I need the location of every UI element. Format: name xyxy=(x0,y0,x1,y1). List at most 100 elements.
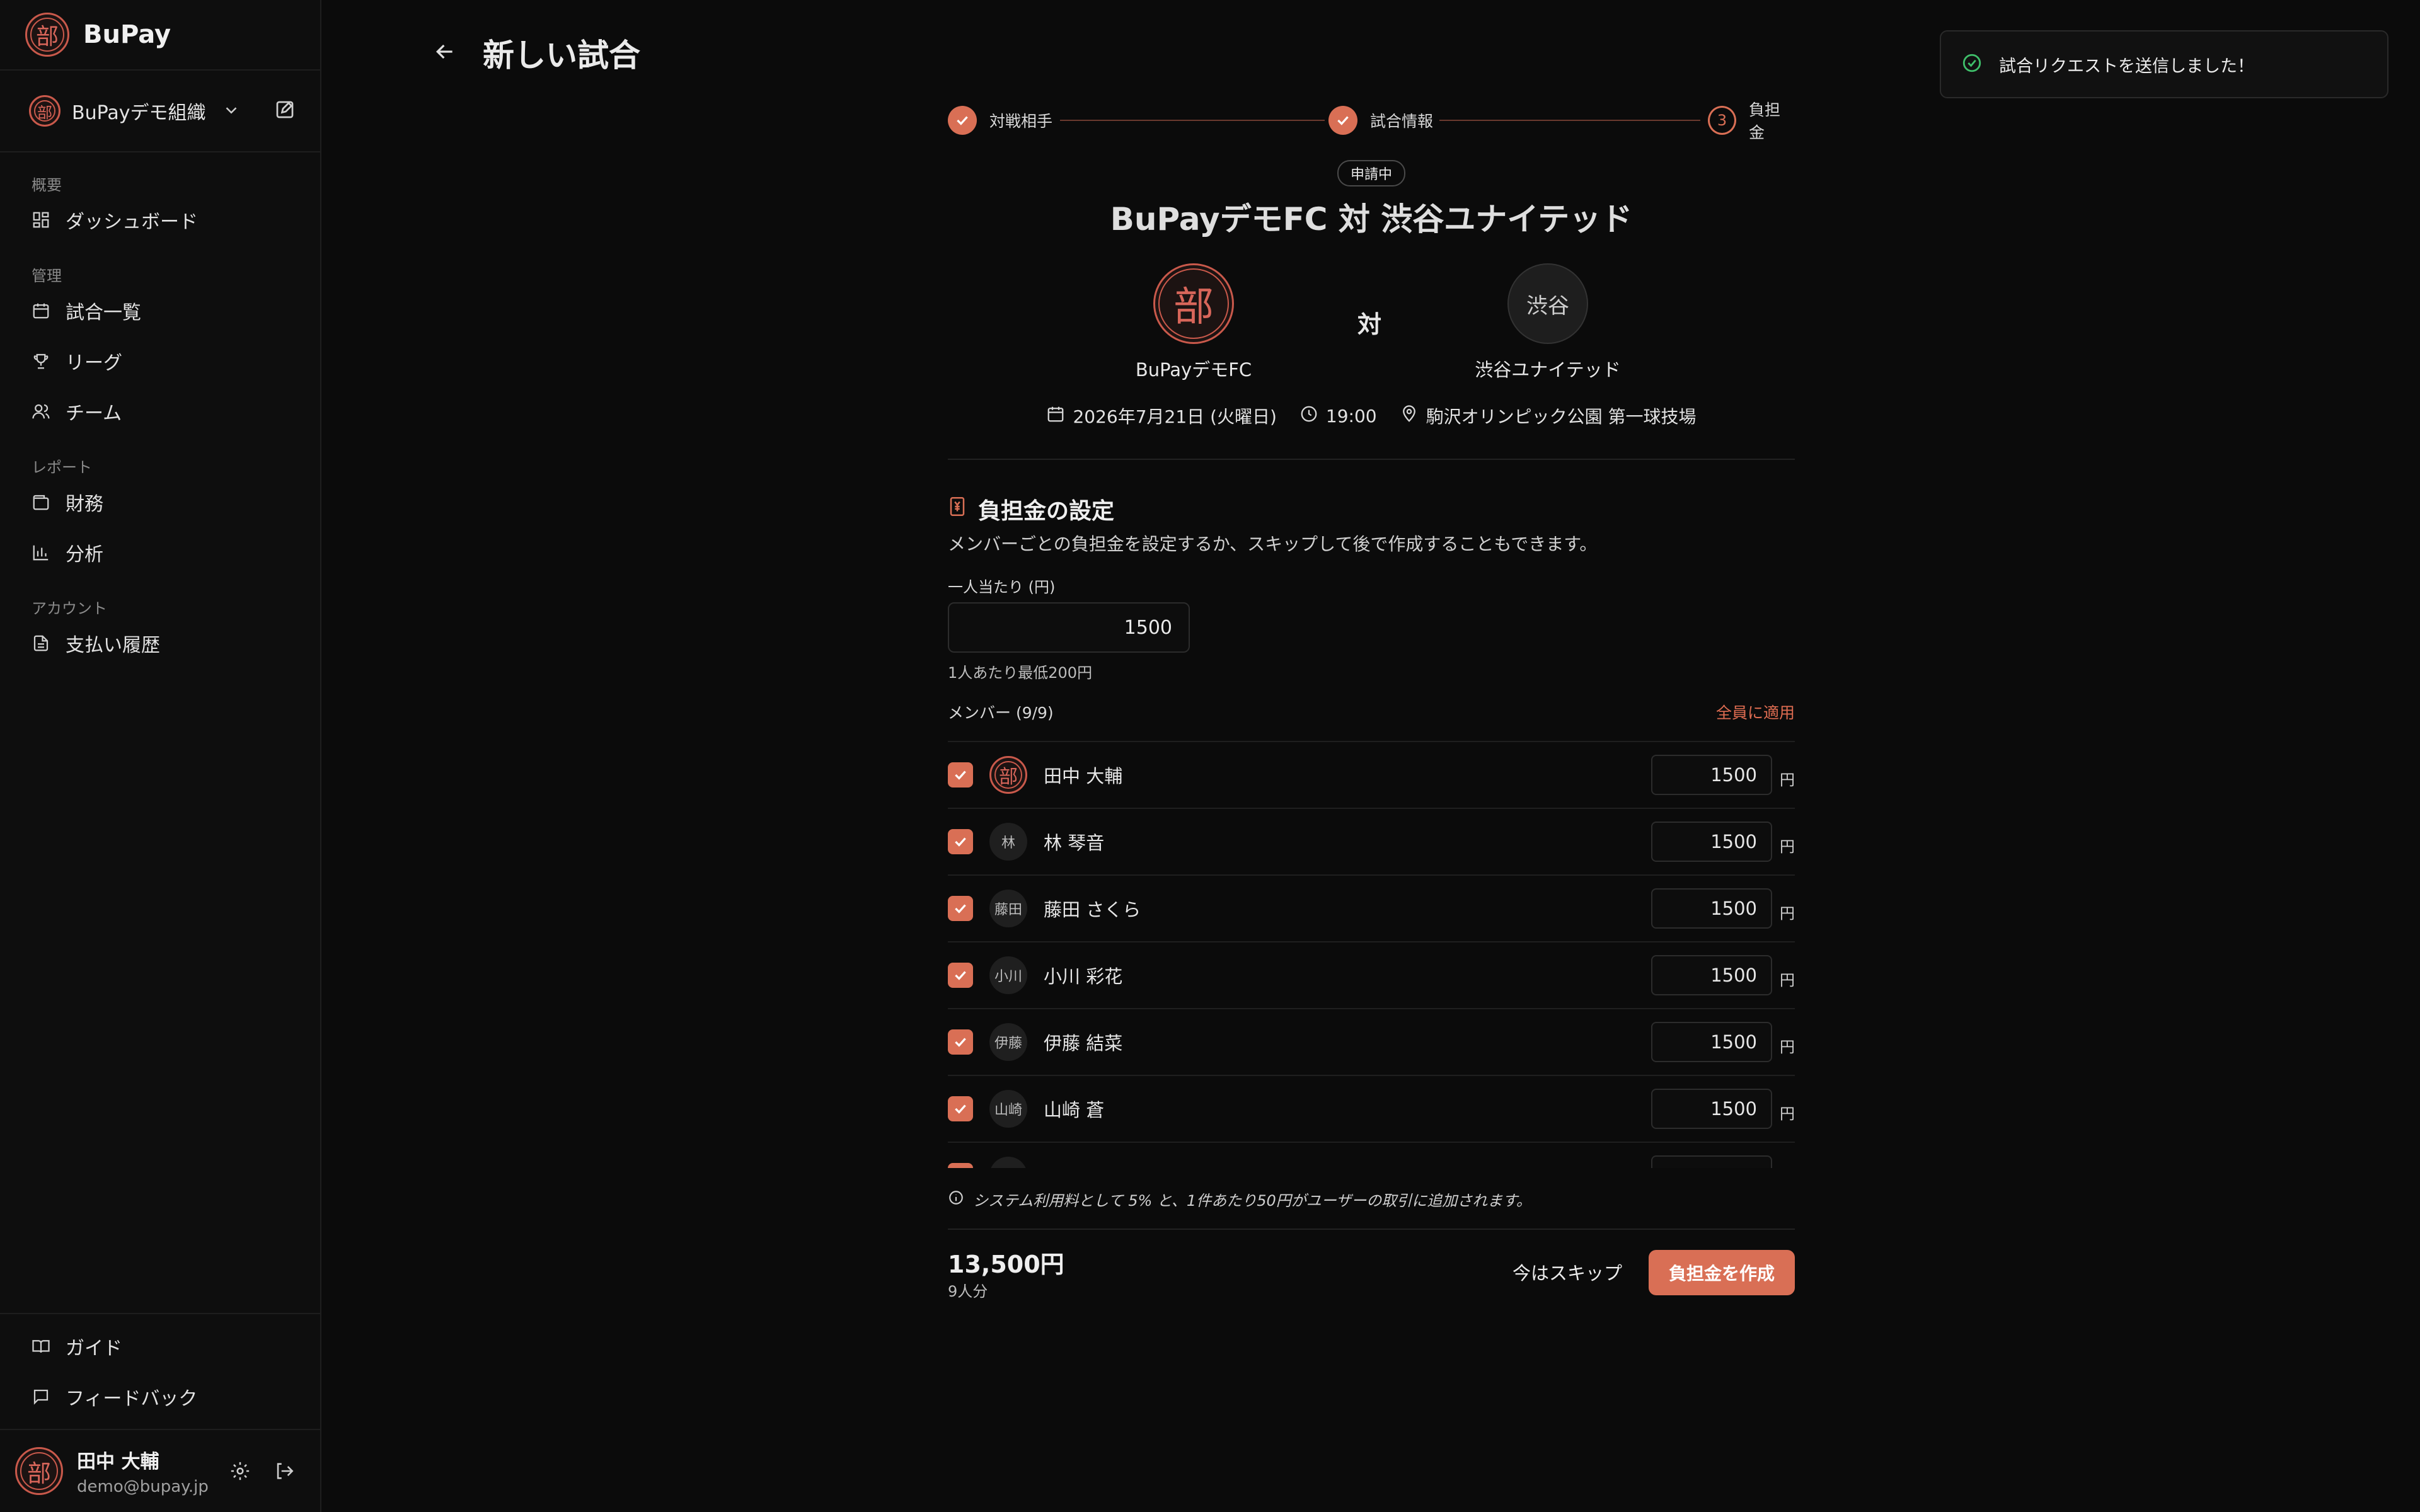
sidebar-item-label: フィードバック xyxy=(66,1388,198,1410)
yen-unit: 円 xyxy=(1780,1105,1795,1123)
sidebar-item-label: ガイド xyxy=(66,1337,122,1360)
brand[interactable]: 部 BuPay xyxy=(25,13,171,57)
system-fee-note: システム利用料として 5% と、1件あたり50円がユーザーの取引に追加されます。 xyxy=(948,1188,1531,1210)
create-fees-button[interactable]: 負担金を作成 xyxy=(1649,1250,1795,1295)
sidebar-item-league[interactable]: リーグ xyxy=(32,345,122,377)
chevron-down-icon[interactable] xyxy=(222,101,241,122)
edit-icon[interactable] xyxy=(274,98,296,123)
sidebar-item-analytics[interactable]: 分析 xyxy=(32,537,103,568)
yen-unit: 円 xyxy=(1780,1038,1795,1056)
avatar: 山崎 xyxy=(989,1090,1027,1128)
avatar: 部 xyxy=(989,756,1027,794)
member-checkbox[interactable] xyxy=(948,829,973,854)
member-amount-input[interactable] xyxy=(1651,755,1772,795)
brand-logo-char: 部 xyxy=(35,24,59,50)
toast-notification: 試合リクエストを送信しました！ xyxy=(1940,30,2388,98)
total-people: 9人分 xyxy=(948,1283,988,1300)
clock-icon xyxy=(1299,404,1326,428)
member-checkbox[interactable] xyxy=(948,1029,973,1055)
users-icon xyxy=(32,402,50,421)
skip-button[interactable]: 今はスキップ xyxy=(1500,1250,1635,1294)
member-checkbox[interactable] xyxy=(948,1163,973,1168)
sidebar-divider xyxy=(0,69,321,71)
per-person-label: 一人当たり (円) xyxy=(948,578,1056,596)
step-check-icon xyxy=(948,106,977,135)
sidebar-item-dashboard[interactable]: ダッシュボード xyxy=(32,204,198,236)
yen-unit: 円 xyxy=(1780,838,1795,856)
sidebar-item-label: 支払い履歴 xyxy=(66,634,160,656)
match-venue: 駒沢オリンピック公園 第一球技場 xyxy=(1400,403,1697,428)
away-team: 渋谷 渋谷ユナイテッド xyxy=(1453,263,1642,382)
org-avatar-char: 部 xyxy=(37,103,52,122)
user-name: 田中 大輔 xyxy=(77,1451,159,1473)
user-profile[interactable]: 部 田中 大輔 demo@bupay.jp xyxy=(15,1443,311,1499)
fees-title-text: 負担金の設定 xyxy=(978,498,1115,524)
section-overview: 概要 xyxy=(32,176,62,194)
member-checkbox[interactable] xyxy=(948,896,973,921)
book-icon xyxy=(32,1337,50,1356)
min-amount-hint: 1人あたり最低200円 xyxy=(948,664,1093,682)
back-arrow-icon[interactable] xyxy=(432,39,458,67)
member-name: 小川 彩花 xyxy=(1044,966,1123,987)
user-email: demo@bupay.jp xyxy=(77,1477,209,1496)
message-icon xyxy=(32,1387,50,1406)
sidebar-item-payments[interactable]: 支払い履歴 xyxy=(32,627,160,659)
section-manage: 管理 xyxy=(32,267,62,285)
sidebar-item-feedback[interactable]: フィードバック xyxy=(32,1381,197,1412)
sidebar-item-finance[interactable]: 財務 xyxy=(32,486,103,518)
member-row: 山崎 山崎 蒼 円 xyxy=(948,1075,1795,1142)
sidebar-item-team[interactable]: チーム xyxy=(32,396,122,427)
fees-description: メンバーごとの負担金を設定するか、スキップして後で作成することもできます。 xyxy=(948,534,1598,554)
avatar: 小川 xyxy=(989,956,1027,994)
sidebar-item-matches[interactable]: 試合一覧 xyxy=(32,295,141,326)
member-amount-input[interactable] xyxy=(1651,955,1772,995)
member-name: 藤田 さくら xyxy=(1044,899,1141,920)
step-opponent[interactable]: 対戦相手 xyxy=(948,105,1052,136)
member-checkbox[interactable] xyxy=(948,762,973,788)
members-count-label: メンバー (9/9) xyxy=(948,704,1054,722)
section-divider xyxy=(948,459,1795,460)
member-amount-input[interactable] xyxy=(1651,822,1772,862)
per-person-input[interactable] xyxy=(948,602,1190,653)
member-row: 小川 小川 彩花 円 xyxy=(948,941,1795,1008)
gear-icon[interactable] xyxy=(229,1460,251,1484)
member-list[interactable]: 部 田中 大輔 円 林 林 琴音 円 藤田 藤田 さくら 円 小川 小川 彩花 … xyxy=(948,741,1795,1168)
apply-all-button[interactable]: 全員に適用 xyxy=(1716,701,1795,723)
member-checkbox[interactable] xyxy=(948,1096,973,1121)
member-checkbox[interactable] xyxy=(948,963,973,988)
brand-name: BuPay xyxy=(83,20,171,49)
member-amount-input[interactable] xyxy=(1651,1155,1772,1168)
fee-note-text: システム利用料として 5% と、1件あたり50円がユーザーの取引に追加されます。 xyxy=(973,1192,1531,1210)
step-fees[interactable]: 3 負担金 xyxy=(1708,101,1795,142)
sidebar-divider xyxy=(0,1429,321,1430)
calendar-icon xyxy=(1046,404,1073,428)
match-time: 19:00 xyxy=(1299,404,1377,428)
org-name: BuPayデモ組織 xyxy=(72,102,206,124)
member-row xyxy=(948,1142,1795,1168)
yen-unit: 円 xyxy=(1780,905,1795,922)
section-report: レポート xyxy=(32,459,92,476)
member-amount-input[interactable] xyxy=(1651,1089,1772,1129)
yen-unit: 円 xyxy=(1780,771,1795,789)
step-match-info[interactable]: 試合情報 xyxy=(1328,105,1433,136)
member-row: 部 田中 大輔 円 xyxy=(948,741,1795,808)
step-number: 3 xyxy=(1708,106,1736,135)
receipt-yen-icon xyxy=(948,496,978,523)
member-amount-input[interactable] xyxy=(1651,1022,1772,1062)
logout-icon[interactable] xyxy=(274,1460,295,1484)
match-meta: 2026年7月21日 (火曜日) 19:00 駒沢オリンピック公園 第一球技場 xyxy=(948,403,1795,428)
team-name: BuPayデモFC xyxy=(1135,359,1252,381)
org-switcher[interactable]: 部 BuPayデモ組織 xyxy=(29,94,300,127)
calendar-icon xyxy=(32,301,50,320)
match-time-text: 19:00 xyxy=(1325,405,1377,427)
match-date-text: 2026年7月21日 (火曜日) xyxy=(1073,406,1277,427)
member-amount-input[interactable] xyxy=(1651,888,1772,929)
sidebar-item-guide[interactable]: ガイド xyxy=(32,1331,122,1362)
dashboard-icon xyxy=(32,210,50,229)
yen-unit: 円 xyxy=(1780,971,1795,989)
wallet-icon xyxy=(32,493,50,512)
sidebar-item-label: ダッシュボード xyxy=(66,211,198,233)
avatar: 藤田 xyxy=(989,890,1027,927)
sidebar-item-label: 財務 xyxy=(66,493,103,515)
sidebar-item-label: チーム xyxy=(66,403,122,425)
